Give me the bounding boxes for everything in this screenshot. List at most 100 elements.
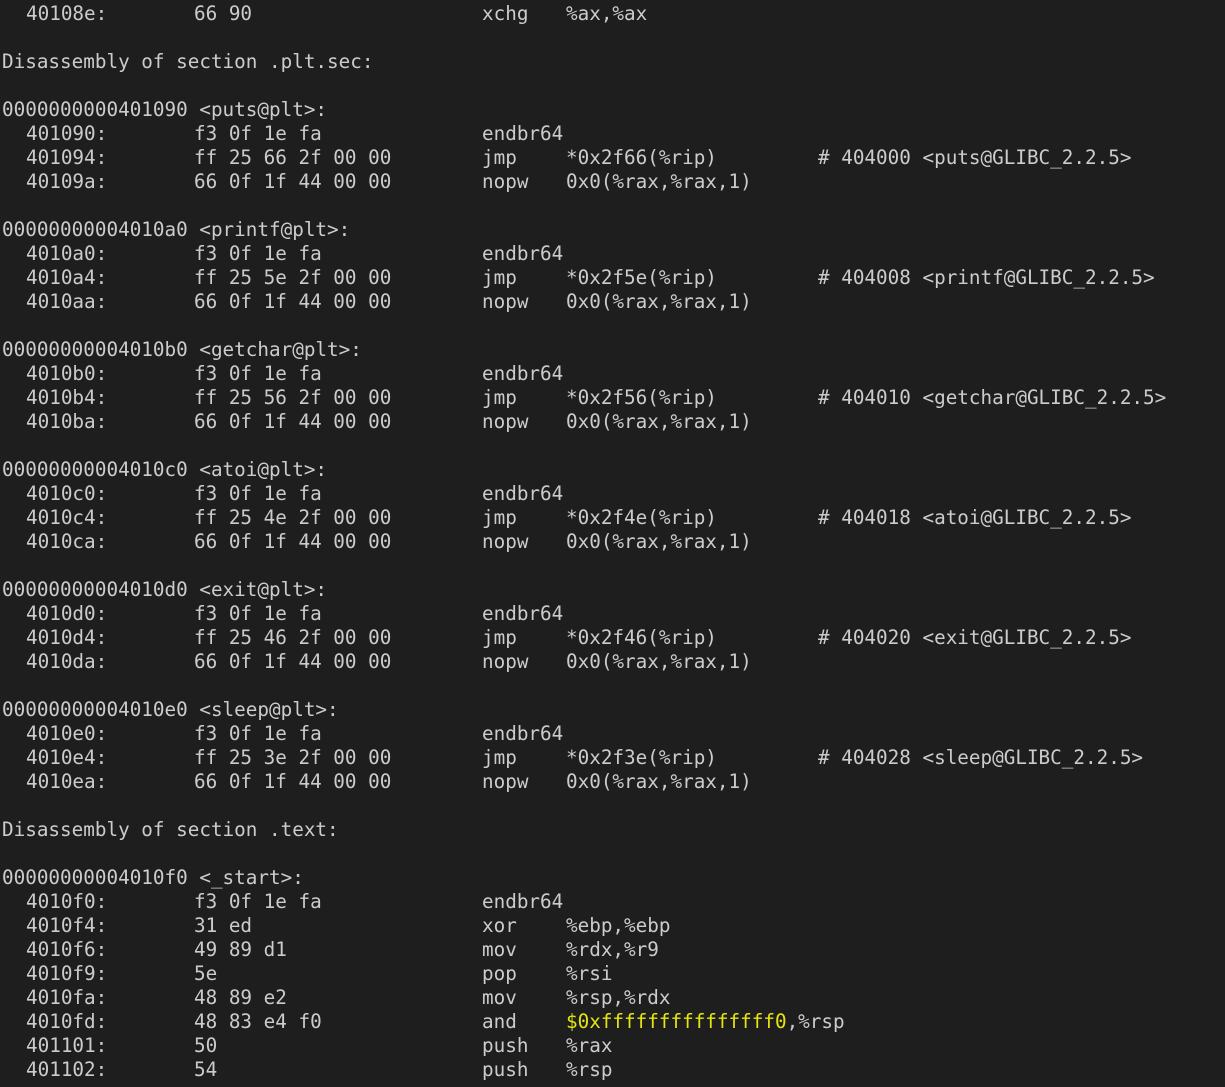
instruction-line: 4010a4: ff 25 5e 2f 00 00 jmp *0x2f5e(%rip)… bbox=[2, 266, 1223, 290]
function-label: 00000000004010c0 <atoi@plt>: bbox=[2, 458, 328, 481]
instruction-address: 401094: bbox=[26, 146, 108, 169]
instruction-line: 4010e0: f3 0f 1e fa endbr64 bbox=[2, 722, 1223, 746]
instruction-line: 4010d0: f3 0f 1e fa endbr64 bbox=[2, 602, 1223, 626]
instruction-line: 40108e: 66 90 xchg %ax,%ax bbox=[2, 2, 1223, 26]
instruction-operands: %ax,%ax bbox=[566, 2, 648, 25]
instruction-line: 4010c0: f3 0f 1e fa endbr64 bbox=[2, 482, 1223, 506]
instruction-address: 4010d0: bbox=[26, 602, 108, 625]
instruction-address: 4010fa: bbox=[26, 986, 108, 1009]
instruction-address: 401090: bbox=[26, 122, 108, 145]
instruction-line: 4010f0: f3 0f 1e fa endbr64 bbox=[2, 890, 1223, 914]
instruction-bytes: ff 25 5e 2f 00 00 bbox=[194, 266, 392, 289]
instruction-bytes: f3 0f 1e fa bbox=[194, 122, 322, 145]
instruction-operands: 0x0(%rax,%rax,1) bbox=[566, 170, 752, 193]
instruction-mnemonic: endbr64 bbox=[482, 722, 564, 745]
instruction-line: 401090: f3 0f 1e fa endbr64 bbox=[2, 122, 1223, 146]
instruction-address: 40109a: bbox=[26, 170, 108, 193]
instruction-line: 4010fd: 48 83 e4 f0 and $0xfffffffffffffff0… bbox=[2, 1010, 1223, 1034]
instruction-bytes: 5e bbox=[194, 962, 218, 985]
function-label: 00000000004010d0 <exit@plt>: bbox=[2, 578, 328, 601]
instruction-address: 4010fd: bbox=[26, 1010, 108, 1033]
instruction-bytes: f3 0f 1e fa bbox=[194, 722, 322, 745]
instruction-mnemonic: jmp bbox=[482, 746, 517, 769]
instruction-bytes: f3 0f 1e fa bbox=[194, 482, 322, 505]
instruction-mnemonic: jmp bbox=[482, 626, 517, 649]
instruction-address: 4010ea: bbox=[26, 770, 108, 793]
instruction-bytes: f3 0f 1e fa bbox=[194, 242, 322, 265]
instruction-operands: %rdx,%r9 bbox=[566, 938, 659, 961]
instruction-line: 4010aa: 66 0f 1f 44 00 00 nopw 0x0(%rax,%ra… bbox=[2, 290, 1223, 314]
instruction-bytes: f3 0f 1e fa bbox=[194, 890, 322, 913]
instruction-mnemonic: endbr64 bbox=[482, 890, 564, 913]
instruction-line: 4010a0: f3 0f 1e fa endbr64 bbox=[2, 242, 1223, 266]
section-header: Disassembly of section .plt.sec: bbox=[2, 50, 374, 73]
instruction-mnemonic: and bbox=[482, 1010, 517, 1033]
instruction-mnemonic: nopw bbox=[482, 650, 529, 673]
instruction-address: 4010da: bbox=[26, 650, 108, 673]
instruction-address: 4010a4: bbox=[26, 266, 108, 289]
instruction-line: 4010b4: ff 25 56 2f 00 00 jmp *0x2f56(%rip)… bbox=[2, 386, 1223, 410]
instruction-bytes: 54 bbox=[194, 1058, 218, 1081]
instruction-bytes: 49 89 d1 bbox=[194, 938, 287, 961]
instruction-mnemonic: jmp bbox=[482, 146, 517, 169]
instruction-line: 40109a: 66 0f 1f 44 00 00 nopw 0x0(%rax,%ra… bbox=[2, 170, 1223, 194]
instruction-address: 4010f6: bbox=[26, 938, 108, 961]
instruction-line: 4010d4: ff 25 46 2f 00 00 jmp *0x2f46(%rip)… bbox=[2, 626, 1223, 650]
instruction-comment: # 404010 <getchar@GLIBC_2.2.5> bbox=[818, 386, 1167, 409]
instruction-address: 4010b0: bbox=[26, 362, 108, 385]
instruction-mnemonic: xchg bbox=[482, 2, 529, 25]
instruction-operands: %rsi bbox=[566, 962, 613, 985]
function-label: 00000000004010a0 <printf@plt>: bbox=[2, 218, 351, 241]
instruction-comment: # 404020 <exit@GLIBC_2.2.5> bbox=[818, 626, 1132, 649]
instruction-bytes: ff 25 56 2f 00 00 bbox=[194, 386, 392, 409]
instruction-operands: *0x2f3e(%rip) bbox=[566, 746, 717, 769]
instruction-bytes: 66 0f 1f 44 00 00 bbox=[194, 290, 392, 313]
instruction-comment: # 404028 <sleep@GLIBC_2.2.5> bbox=[818, 746, 1144, 769]
instruction-mnemonic: push bbox=[482, 1058, 529, 1081]
instruction-address: 4010ca: bbox=[26, 530, 108, 553]
instruction-bytes: 66 0f 1f 44 00 00 bbox=[194, 770, 392, 793]
instruction-address: 401102: bbox=[26, 1058, 108, 1081]
instruction-mnemonic: nopw bbox=[482, 290, 529, 313]
instruction-operands: 0x0(%rax,%rax,1) bbox=[566, 530, 752, 553]
instruction-address: 4010c0: bbox=[26, 482, 108, 505]
instruction-bytes: 31 ed bbox=[194, 914, 253, 937]
instruction-mnemonic: mov bbox=[482, 938, 517, 961]
instruction-address: 4010aa: bbox=[26, 290, 108, 313]
instruction-operands: %rsp,%rdx bbox=[566, 986, 671, 1009]
instruction-operands: 0x0(%rax,%rax,1) bbox=[566, 650, 752, 673]
instruction-address: 4010d4: bbox=[26, 626, 108, 649]
section-header: Disassembly of section .text: bbox=[2, 818, 339, 841]
instruction-line: 401094: ff 25 66 2f 00 00 jmp *0x2f66(%rip)… bbox=[2, 146, 1223, 170]
instruction-bytes: 66 90 bbox=[194, 2, 253, 25]
instruction-line: 401101: 50 push %rax bbox=[2, 1034, 1223, 1058]
instruction-bytes: 50 bbox=[194, 1034, 218, 1057]
instruction-bytes: ff 25 46 2f 00 00 bbox=[194, 626, 392, 649]
instruction-line: 401102: 54 push %rsp bbox=[2, 1058, 1223, 1082]
instruction-operands: *0x2f5e(%rip) bbox=[566, 266, 717, 289]
instruction-address: 401101: bbox=[26, 1034, 108, 1057]
instruction-address: 4010e4: bbox=[26, 746, 108, 769]
instruction-address: 4010f9: bbox=[26, 962, 108, 985]
instruction-mnemonic: push bbox=[482, 1034, 529, 1057]
terminal-output[interactable]: 40108e: 66 90 xchg %ax,%ax Disassembly of se… bbox=[2, 2, 1223, 1087]
instruction-mnemonic: endbr64 bbox=[482, 122, 564, 145]
instruction-operands: 0x0(%rax,%rax,1) bbox=[566, 770, 752, 793]
instruction-mnemonic: endbr64 bbox=[482, 482, 564, 505]
instruction-mnemonic: nopw bbox=[482, 530, 529, 553]
instruction-address: 40108e: bbox=[26, 2, 108, 25]
instruction-operands: *0x2f46(%rip) bbox=[566, 626, 717, 649]
function-label: 00000000004010b0 <getchar@plt>: bbox=[2, 338, 362, 361]
instruction-bytes: 66 0f 1f 44 00 00 bbox=[194, 170, 392, 193]
instruction-operands: %rax bbox=[566, 1034, 613, 1057]
immediate-value: $0xfffffffffffffff0 bbox=[566, 1010, 787, 1033]
instruction-mnemonic: xor bbox=[482, 914, 517, 937]
instruction-mnemonic: endbr64 bbox=[482, 362, 564, 385]
instruction-operands: 0x0(%rax,%rax,1) bbox=[566, 410, 752, 433]
instruction-mnemonic: endbr64 bbox=[482, 602, 564, 625]
